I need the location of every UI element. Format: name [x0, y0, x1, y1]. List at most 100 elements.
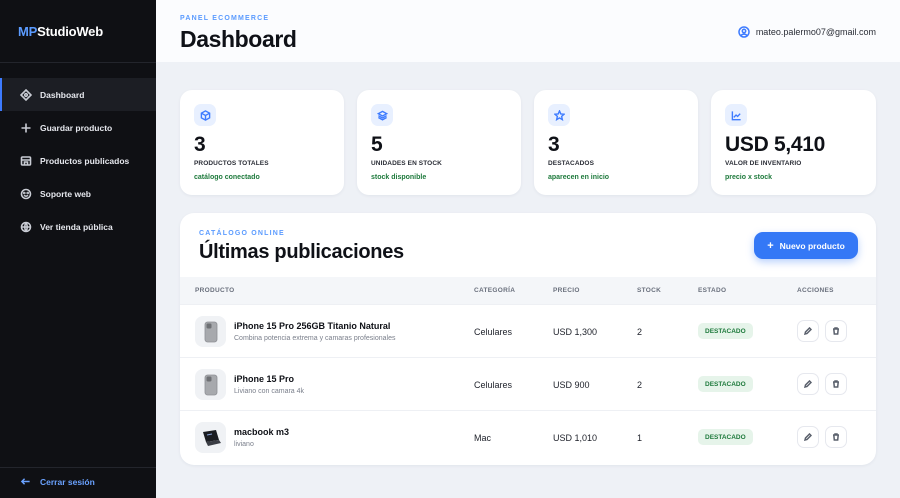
logout-label: Cerrar sesión — [40, 476, 95, 487]
dashboard-icon — [20, 88, 32, 101]
logout-icon — [20, 478, 30, 485]
column-header: ESTADO — [698, 287, 727, 294]
stat-label: UNIDADES EN STOCK — [371, 160, 442, 167]
page-title: Dashboard — [180, 26, 297, 52]
pencil-icon — [804, 327, 812, 335]
table-row[interactable]: iPhone 15 Pro Liviano con camara 4k Celu… — [180, 357, 876, 410]
plus-icon: + — [767, 239, 774, 252]
product-thumbnail — [195, 422, 226, 453]
product-description: Liviano con camara 4k — [234, 388, 305, 395]
trash-icon — [833, 327, 839, 335]
product-description: Combina potencia extrema y camaras profe… — [234, 335, 396, 342]
trash-icon — [833, 380, 839, 388]
pencil-icon — [804, 433, 812, 441]
table-header: PRODUCTO CATEGORÍA PRECIO STOCK ESTADO A… — [180, 277, 876, 304]
product-price: USD 900 — [553, 380, 590, 390]
column-header: PRODUCTO — [195, 287, 235, 294]
brand-prefix: MP — [18, 24, 38, 39]
stat-card-stock: 5 UNIDADES EN STOCK stock disponible — [357, 90, 521, 195]
product-stock: 2 — [637, 327, 643, 337]
page-header: PANEL ECOMMERCE Dashboard mateo.palermo0… — [156, 0, 900, 62]
sidebar-item-guardar-producto[interactable]: Guardar producto — [0, 111, 156, 144]
user-email: mateo.palermo07@gmail.com — [755, 27, 876, 37]
sidebar-item-label: Guardar producto — [40, 122, 113, 133]
product-thumbnail — [195, 369, 226, 400]
new-product-label: Nuevo producto — [779, 240, 845, 251]
stat-card-inventario: USD 5,410 VALOR DE INVENTARIO precio x s… — [711, 90, 876, 195]
edit-button[interactable] — [797, 426, 819, 448]
delete-button[interactable] — [825, 426, 847, 448]
stat-card-productos: 3 PRODUCTOS TOTALES catálogo conectado — [180, 90, 344, 195]
brand-name: StudioWeb — [37, 24, 103, 39]
stat-sub: stock disponible — [371, 174, 427, 181]
box-icon — [194, 104, 216, 126]
catalog-panel: CATÁLOGO ONLINE Últimas publicaciones + … — [180, 213, 876, 465]
stat-sub: precio x stock — [725, 174, 773, 181]
delete-button[interactable] — [825, 373, 847, 395]
sidebar-item-label: Soporte web — [40, 188, 92, 199]
product-stock: 1 — [637, 433, 643, 443]
stat-value: USD 5,410 — [725, 133, 826, 156]
globe-icon — [20, 221, 32, 233]
trash-icon — [833, 433, 839, 441]
column-header: CATEGORÍA — [474, 287, 516, 294]
plus-icon — [20, 122, 32, 134]
sidebar-nav: Dashboard Guardar producto Productos pub… — [0, 78, 156, 243]
status-badge: DESTACADO — [698, 323, 753, 339]
stat-value: 5 — [371, 133, 383, 156]
catalog-eyebrow: CATÁLOGO ONLINE — [199, 230, 285, 237]
sidebar-item-ver-tienda[interactable]: Ver tienda pública — [0, 210, 156, 243]
store-icon — [20, 155, 32, 167]
product-name: macbook m3 — [234, 427, 290, 437]
pencil-icon — [804, 380, 812, 388]
sidebar-item-label: Dashboard — [40, 89, 85, 100]
delete-button[interactable] — [825, 320, 847, 342]
column-header: STOCK — [637, 287, 662, 294]
column-header: PRECIO — [553, 287, 580, 294]
trend-icon — [725, 104, 747, 126]
product-description: liviano — [234, 441, 254, 448]
product-thumbnail — [195, 316, 226, 347]
product-price: USD 1,010 — [553, 433, 598, 443]
stat-card-destacados: 3 DESTACADOS aparecen en inicio — [534, 90, 698, 195]
product-name: iPhone 15 Pro — [234, 374, 295, 384]
stat-sub: aparecen en inicio — [548, 174, 610, 181]
stat-sub: catálogo conectado — [194, 174, 260, 181]
product-category: Celulares — [474, 327, 513, 337]
product-stock: 2 — [637, 380, 643, 390]
layers-icon — [371, 104, 393, 126]
logout-button[interactable]: Cerrar sesión — [20, 476, 95, 487]
stat-label: PRODUCTOS TOTALES — [194, 160, 269, 167]
catalog-title: Últimas publicaciones — [199, 241, 404, 263]
sidebar-item-productos-publicados[interactable]: Productos publicados — [0, 144, 156, 177]
user-icon — [738, 26, 750, 38]
edit-button[interactable] — [797, 320, 819, 342]
table-row[interactable]: iPhone 15 Pro 256GB Titanio Natural Comb… — [180, 304, 876, 357]
brand-logo[interactable]: MPStudioWeb — [18, 24, 103, 39]
stat-value: 3 — [548, 133, 560, 156]
user-account[interactable]: mateo.palermo07@gmail.com — [738, 26, 876, 38]
product-price: USD 1,300 — [553, 327, 598, 337]
header-eyebrow: PANEL ECOMMERCE — [180, 15, 270, 22]
status-badge: DESTACADO — [698, 429, 753, 445]
sidebar-item-label: Productos publicados — [40, 155, 130, 166]
sidebar: MPStudioWeb Dashboard Guardar producto P… — [0, 0, 156, 498]
product-category: Mac — [474, 433, 492, 443]
table-row[interactable]: macbook m3 liviano Mac USD 1,010 1 DESTA… — [180, 410, 876, 463]
sidebar-divider — [0, 62, 156, 63]
edit-button[interactable] — [797, 373, 819, 395]
stat-label: DESTACADOS — [548, 160, 595, 167]
product-category: Celulares — [474, 380, 513, 390]
support-icon — [20, 188, 32, 200]
sidebar-item-soporte-web[interactable]: Soporte web — [0, 177, 156, 210]
sidebar-item-label: Ver tienda pública — [40, 221, 113, 232]
column-header: ACCIONES — [797, 287, 834, 294]
star-icon — [548, 104, 570, 126]
product-name: iPhone 15 Pro 256GB Titanio Natural — [234, 321, 391, 331]
sidebar-item-dashboard[interactable]: Dashboard — [0, 78, 156, 111]
new-product-button[interactable]: + Nuevo producto — [754, 232, 858, 259]
stat-label: VALOR DE INVENTARIO — [725, 160, 802, 167]
status-badge: DESTACADO — [698, 376, 753, 392]
stat-value: 3 — [194, 133, 206, 156]
sidebar-divider — [0, 467, 156, 468]
